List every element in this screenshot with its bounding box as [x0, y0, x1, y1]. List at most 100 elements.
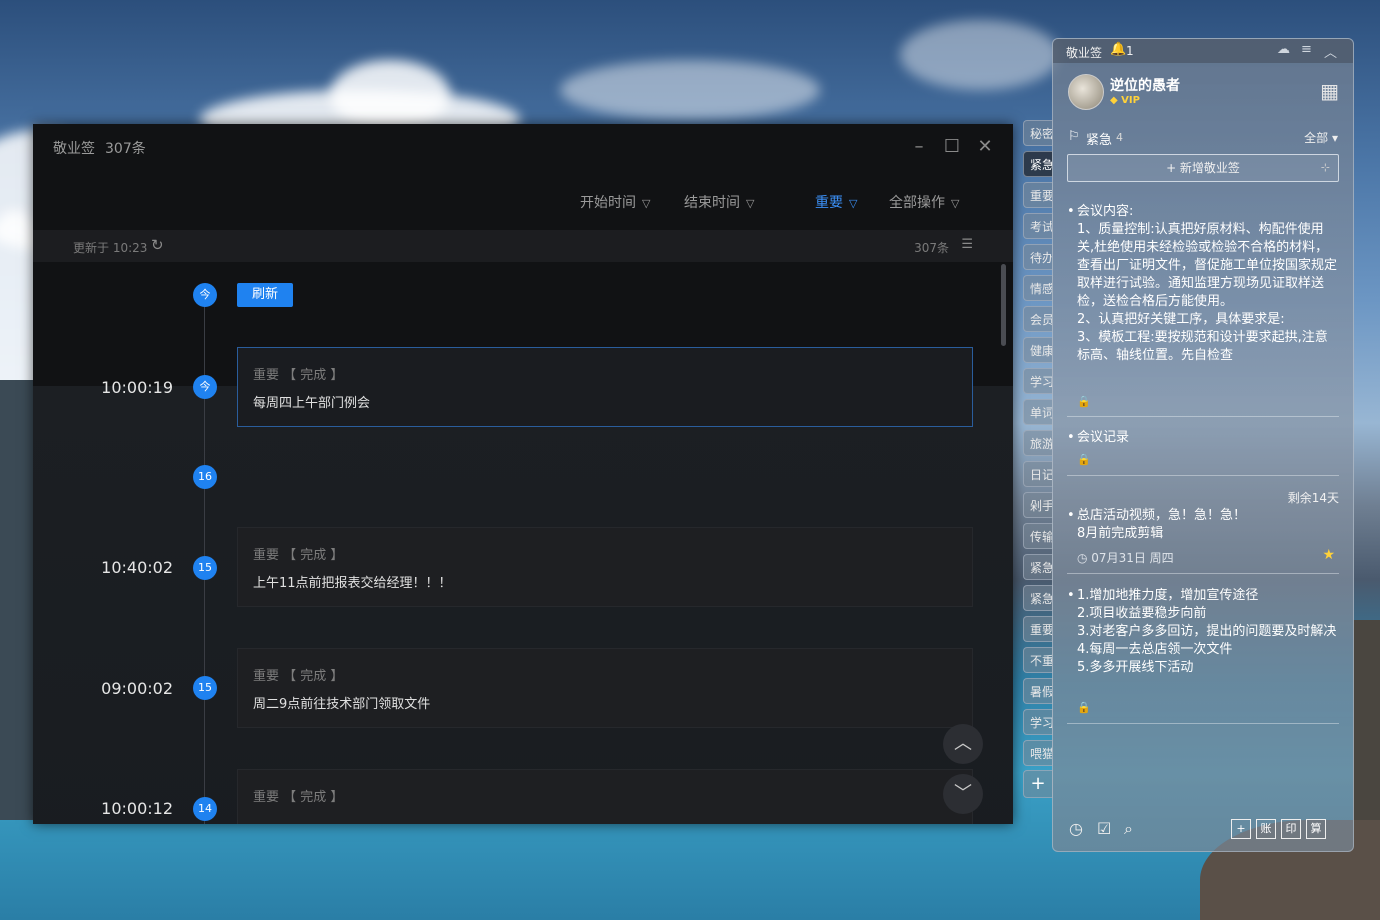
category-count: 4: [1116, 131, 1123, 144]
lock-icon[interactable]: 🔒: [1077, 393, 1091, 411]
timeline-card[interactable]: 重要 【 完成 】 每周四上午部门例会: [237, 347, 973, 427]
note-lock-row: 🔒: [1067, 393, 1339, 409]
star-icon[interactable]: ★: [1322, 547, 1335, 563]
vip-badge: ◆ VIP: [1110, 95, 1140, 106]
timeline-card[interactable]: 重要 【 完成 】: [237, 769, 973, 824]
chevron-down-icon: ▽: [746, 197, 755, 210]
start-time-filter[interactable]: 开始时间 ▽: [580, 192, 650, 212]
scroll-up-button[interactable]: ︿: [943, 724, 983, 764]
search-icon[interactable]: ⌕: [1124, 819, 1133, 839]
chevron-down-icon: ▽: [951, 197, 960, 210]
side-tab[interactable]: 重要: [1023, 616, 1053, 642]
timeline-card[interactable]: 重要 【 完成 】 周二9点前往技术部门领取文件: [237, 648, 973, 728]
sticky-notes-panel: 敬业签 🔔 1 ☁ ≡ ︿ 逆位的愚者 ◆ VIP ▦ ⚐ 紧急 4 全部 ▾ …: [1052, 38, 1354, 852]
side-tab[interactable]: 学习: [1023, 368, 1053, 394]
calculator-button[interactable]: 算: [1306, 819, 1326, 839]
add-note-button[interactable]: + 新增敬业签 ⊹: [1067, 154, 1339, 182]
timeline-dot: 14: [193, 797, 217, 821]
side-tab[interactable]: 待办: [1023, 244, 1053, 270]
entry-time: 10:40:02: [101, 558, 173, 577]
checklist-icon[interactable]: ☑: [1097, 819, 1111, 838]
minimize-button[interactable]: –: [908, 136, 930, 158]
side-tab[interactable]: 考试: [1023, 213, 1053, 239]
timeline-dot: 16: [193, 465, 217, 489]
account-book-button[interactable]: 账: [1256, 819, 1276, 839]
end-time-filter[interactable]: 结束时间 ▽: [684, 192, 754, 212]
panel-top-bar: 敬业签 🔔 1 ☁ ≡ ︿: [1053, 39, 1353, 63]
entry-time: 09:00:02: [101, 679, 173, 698]
cloud-sync-icon[interactable]: ☁: [1277, 42, 1290, 57]
divider: [1067, 416, 1339, 417]
side-tab[interactable]: 秘密: [1023, 120, 1053, 146]
lock-icon[interactable]: 🔒: [1077, 451, 1091, 469]
side-tab[interactable]: 学习: [1023, 709, 1053, 735]
entry-time: 10:00:12: [101, 799, 173, 818]
card-text: 上午11点前把报表交给经理！！！: [253, 576, 452, 591]
bell-icon[interactable]: 🔔: [1110, 42, 1126, 57]
status-bar: 更新于 10:23 ↻ 307条 ☰: [33, 230, 1013, 262]
side-tab[interactable]: 剁手: [1023, 492, 1053, 518]
user-name[interactable]: 逆位的愚者: [1110, 75, 1180, 95]
card-text: 周二9点前往技术部门领取文件: [253, 697, 431, 712]
note-item[interactable]: • 1.增加地推力度，增加宣传途径 2.项目收益要稳步向前 3.对老客户多多回访…: [1067, 587, 1339, 695]
updated-time: 更新于 10:23: [73, 241, 148, 255]
list-menu-icon[interactable]: ☰: [961, 237, 973, 252]
timeline-window: 敬业签 307条 – ☐ ✕ 开始时间 ▽ 结束时间 ▽ 重要 ▽ 全部操作 ▽ 更新于…: [33, 124, 1013, 824]
panel-app-name: 敬业签: [1066, 46, 1103, 60]
side-tab[interactable]: 健康: [1023, 337, 1053, 363]
bullet: •: [1067, 508, 1075, 523]
note-lock-row: 🔒: [1067, 699, 1339, 715]
note-text: 1.增加地推力度，增加宣传途径 2.项目收益要稳步向前 3.对老客户多多回访，提…: [1077, 588, 1337, 675]
timeline-dot-today: 今: [193, 283, 217, 307]
scrollbar-thumb[interactable]: [1001, 264, 1006, 346]
avatar[interactable]: [1068, 74, 1104, 110]
divider: [1067, 475, 1339, 476]
side-tab[interactable]: 单词: [1023, 399, 1053, 425]
side-tab[interactable]: 不重: [1023, 647, 1053, 673]
total-count: 307条: [914, 241, 949, 255]
add-tab-button[interactable]: +: [1023, 770, 1053, 798]
side-tab[interactable]: 暑假: [1023, 678, 1053, 704]
divider: [1067, 723, 1339, 724]
refresh-button[interactable]: 刷新: [237, 283, 293, 307]
side-tab[interactable]: 喂猫: [1023, 740, 1053, 766]
note-text: 总店活动视频，急！急！急！ 8月前完成剪辑: [1077, 508, 1247, 541]
side-tab[interactable]: 紧急: [1023, 585, 1053, 611]
side-tab[interactable]: 紧急: [1023, 554, 1053, 580]
record-count: 307条: [105, 141, 146, 157]
side-tab[interactable]: 传输: [1023, 523, 1053, 549]
collapse-icon[interactable]: ︿: [1324, 42, 1337, 61]
side-tab-active[interactable]: 紧急: [1023, 151, 1053, 177]
entry-time: 10:00:19: [101, 378, 173, 397]
note-text: 会议记录: [1077, 430, 1130, 445]
clock-icon[interactable]: ◷: [1069, 819, 1083, 838]
importance-filter[interactable]: 重要 ▽: [815, 192, 857, 212]
calendar-icon[interactable]: ▦: [1320, 79, 1339, 103]
note-item[interactable]: • 会议记录 🔒: [1067, 429, 1339, 469]
timeline-card[interactable]: 重要 【 完成 】 上午11点前把报表交给经理！！！: [237, 527, 973, 607]
note-item[interactable]: • 总店活动视频，急！急！急！ 8月前完成剪辑: [1067, 507, 1339, 547]
lock-icon[interactable]: 🔒: [1077, 699, 1091, 717]
category-name: 紧急: [1086, 133, 1113, 148]
all-actions-filter[interactable]: 全部操作 ▽: [889, 192, 959, 212]
pin-icon[interactable]: ⊹: [1321, 155, 1330, 181]
note-item[interactable]: • 会议内容: 1、质量控制:认真把好原材料、构配件使用关,杜绝使用未经检验或检…: [1067, 203, 1339, 393]
add-icon[interactable]: +: [1231, 819, 1251, 839]
category-filter-dropdown[interactable]: 全部 ▾: [1304, 129, 1338, 146]
close-button[interactable]: ✕: [974, 136, 996, 158]
print-button[interactable]: 印: [1281, 819, 1301, 839]
panel-toolbar: ◷ ☑ ⌕ + 账 印 算: [1067, 819, 1339, 841]
remaining-days: 剩余14天: [1287, 491, 1339, 505]
chevron-down-icon: ▽: [849, 197, 858, 210]
menu-icon[interactable]: ≡: [1301, 42, 1312, 57]
maximize-button[interactable]: ☐: [941, 136, 963, 158]
side-tab[interactable]: 日记: [1023, 461, 1053, 487]
timeline-dot: 15: [193, 556, 217, 580]
scroll-down-button[interactable]: ﹀: [943, 774, 983, 814]
side-tab[interactable]: 会员: [1023, 306, 1053, 332]
side-tab[interactable]: 情感: [1023, 275, 1053, 301]
side-tab[interactable]: 旅游: [1023, 430, 1053, 456]
side-tab[interactable]: 重要: [1023, 182, 1053, 208]
app-title: 敬业签: [53, 141, 95, 157]
refresh-icon[interactable]: ↻: [151, 236, 164, 254]
